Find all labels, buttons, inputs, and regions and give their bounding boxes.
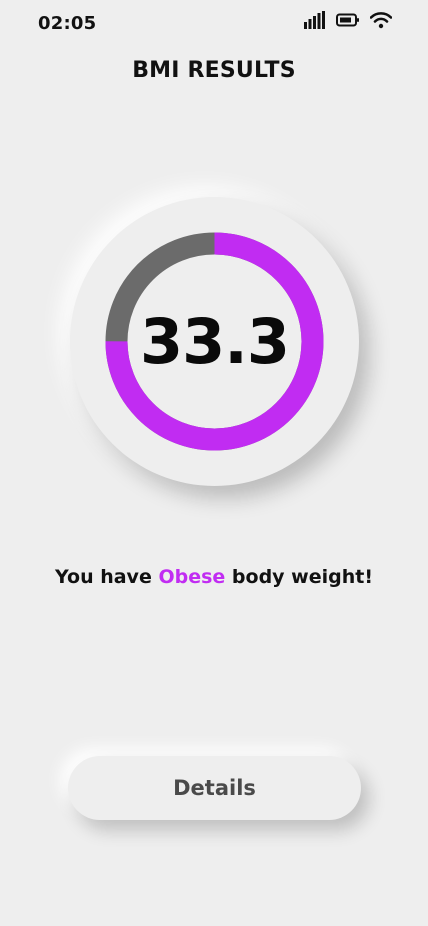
wifi-icon bbox=[370, 12, 392, 29]
details-button[interactable]: Details bbox=[68, 756, 361, 820]
status-bar: 02:05 bbox=[0, 0, 428, 48]
bmi-gauge: 33.3 bbox=[70, 197, 359, 486]
status-time: 02:05 bbox=[38, 13, 97, 34]
signal-icon bbox=[304, 11, 325, 29]
result-suffix: body weight! bbox=[225, 566, 373, 588]
result-prefix: You have bbox=[55, 566, 159, 588]
bmi-value: 33.3 bbox=[140, 305, 290, 378]
result-message: You have Obese body weight! bbox=[0, 566, 428, 588]
status-icons bbox=[304, 11, 392, 29]
battery-icon bbox=[336, 13, 359, 27]
page-title: BMI RESULTS bbox=[132, 58, 296, 83]
result-category: Obese bbox=[158, 566, 226, 588]
